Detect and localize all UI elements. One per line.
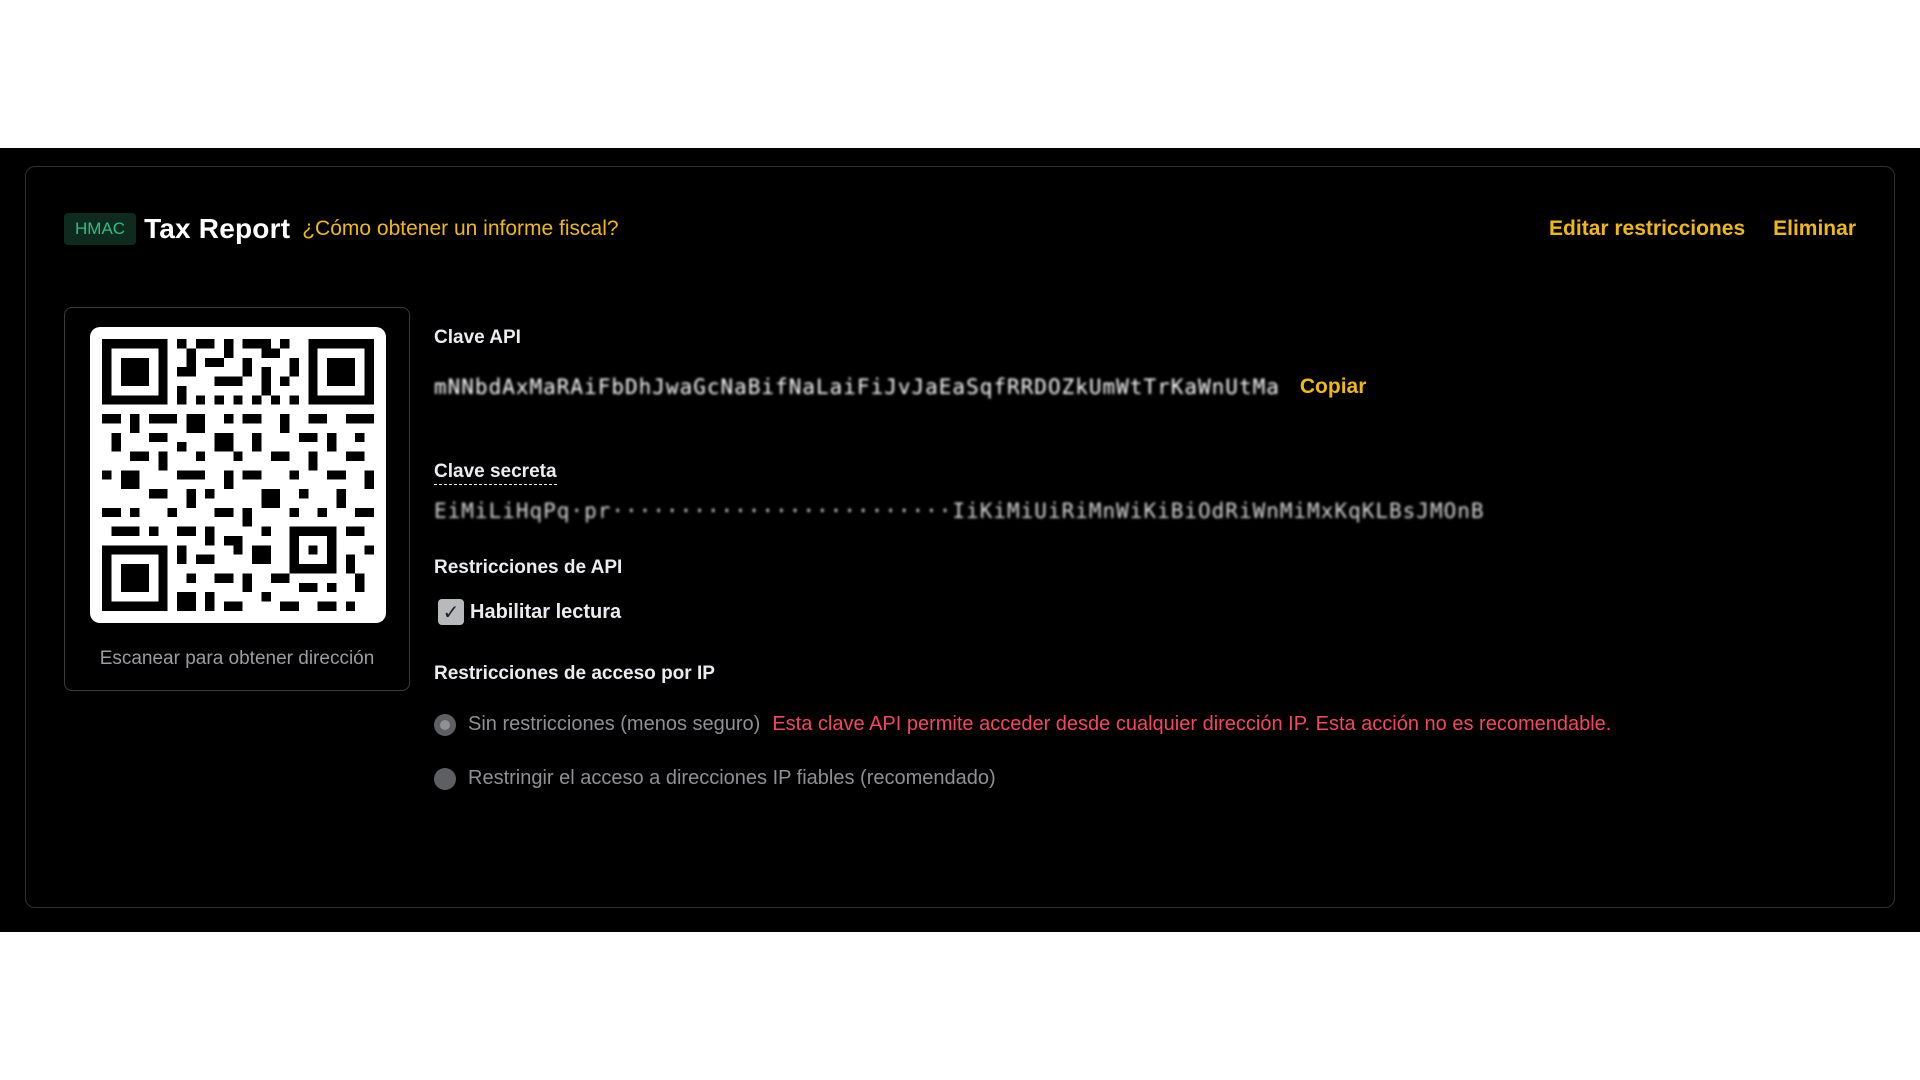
secret-key-row: EiMiLiHqPq·pr·························Ii… <box>434 499 1854 523</box>
ip-option-trusted-row[interactable]: Restringir el acceso a direcciones IP fi… <box>434 767 1854 790</box>
api-key-title: Tax Report <box>144 213 291 244</box>
key-details: Clave API mNNbdAxMaRAiFbDhJwaGcNaBifNaLa… <box>434 327 1854 790</box>
checkmark-icon: ✓ <box>442 601 460 624</box>
enable-read-checkbox[interactable]: ✓ <box>438 599 464 625</box>
qr-code-icon <box>102 339 374 611</box>
delete-button[interactable]: Eliminar <box>1773 217 1856 241</box>
enable-read-row[interactable]: ✓ Habilitar lectura <box>438 599 1854 625</box>
ip-option-none-radio[interactable] <box>434 713 456 736</box>
qr-caption: Escanear para obtener dirección <box>99 648 375 669</box>
qr-panel: Escanear para obtener dirección <box>64 307 410 691</box>
secret-key-label: Clave secreta <box>434 461 557 485</box>
ip-option-none-label: Sin restricciones (menos seguro) <box>468 713 761 735</box>
api-key-card: HMAC Tax Report ¿Cómo obtener un informe… <box>25 166 1895 908</box>
ip-option-none-row[interactable]: Sin restricciones (menos seguro) Esta cl… <box>434 713 1854 736</box>
enable-read-label: Habilitar lectura <box>470 600 622 623</box>
ip-restrictions-label: Restricciones de acceso por IP <box>434 663 715 684</box>
ip-option-none-warning: Esta clave API permite acceder desde cua… <box>772 713 1612 735</box>
secret-key-value: EiMiLiHqPq·pr·························Ii… <box>434 499 1485 523</box>
ip-option-trusted-label: Restringir el acceso a direcciones IP fi… <box>468 767 996 789</box>
api-key-label: Clave API <box>434 327 521 348</box>
api-key-row: mNNbdAxMaRAiFbDhJwaGcNaBifNaLaiFiJvJaEaS… <box>434 375 1854 399</box>
card-header: HMAC Tax Report ¿Cómo obtener un informe… <box>64 209 1856 249</box>
qr-code-frame <box>90 327 386 623</box>
copy-api-key-button[interactable]: Copiar <box>1300 375 1367 399</box>
ip-option-trusted-radio[interactable] <box>434 767 456 790</box>
tax-report-help-link[interactable]: ¿Cómo obtener un informe fiscal? <box>302 217 618 241</box>
header-actions: Editar restricciones Eliminar <box>1549 217 1856 241</box>
api-restrictions-label: Restricciones de API <box>434 557 623 578</box>
hmac-badge: HMAC <box>64 213 137 245</box>
api-key-value: mNNbdAxMaRAiFbDhJwaGcNaBifNaLaiFiJvJaEaS… <box>434 375 1280 399</box>
edit-restrictions-button[interactable]: Editar restricciones <box>1549 217 1745 241</box>
